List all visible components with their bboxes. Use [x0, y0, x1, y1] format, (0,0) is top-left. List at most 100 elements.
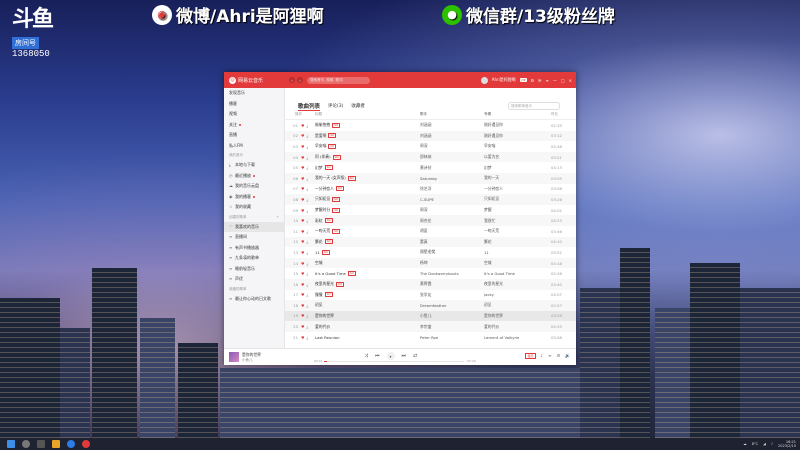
add-playlist-button[interactable]: +: [276, 215, 279, 219]
download-icon[interactable]: ⤓: [306, 155, 308, 160]
song-artist[interactable]: 董真: [420, 239, 484, 245]
quality-button[interactable]: 极高: [525, 353, 536, 359]
download-icon[interactable]: ⤓: [306, 282, 308, 287]
sidebar-item[interactable]: 视频: [224, 109, 284, 120]
song-artist[interactable]: 杨坤: [420, 260, 484, 266]
song-artist[interactable]: 黄诗扶: [420, 165, 484, 171]
col-album[interactable]: 专辑: [484, 112, 551, 117]
volume-icon[interactable]: 🔊: [565, 353, 570, 359]
sidebar-item[interactable]: ≡ 睡前轻音乐: [224, 264, 284, 275]
sidebar-item[interactable]: ◷ 最近播放: [224, 171, 284, 182]
song-artist[interactable]: 周杰伦: [420, 218, 484, 224]
minimize-button[interactable]: —: [553, 78, 557, 83]
heart-icon[interactable]: ♥: [301, 250, 304, 255]
heart-icon[interactable]: ♥: [301, 335, 304, 340]
sidebar-item[interactable]: ◉ 我的播客: [224, 192, 284, 203]
col-artist[interactable]: 歌手: [420, 112, 484, 117]
table-row[interactable]: 16 ♥ ⤓ 夜里的星光 SQ 黄霄雲 夜里的星光 03:40: [285, 278, 576, 290]
download-icon[interactable]: ⤓: [306, 250, 308, 255]
table-row[interactable]: 10 ♥ ⤓ 彩虹 SQ 周杰伦 我很忙 04:23: [285, 215, 576, 226]
song-artist[interactable]: C-SUPE: [420, 197, 484, 202]
download-icon[interactable]: ⤓: [306, 123, 308, 128]
heart-icon[interactable]: ♥: [301, 313, 304, 318]
table-row[interactable]: 14 ♥ ⤓ 空城 杨坤 空城 04:18: [285, 257, 576, 269]
col-title[interactable]: 标题: [315, 112, 420, 117]
sidebar-item[interactable]: ≡ 最让你心动的日文歌: [224, 294, 284, 305]
download-icon[interactable]: ⤓: [306, 335, 308, 340]
volume-tray-icon[interactable]: ♪: [771, 442, 773, 446]
song-album[interactable]: 夜里的星光: [484, 281, 551, 287]
download-icon[interactable]: ⤓: [306, 292, 308, 297]
heart-icon[interactable]: ♥: [301, 282, 304, 287]
download-icon[interactable]: ⤓: [306, 261, 308, 266]
download-icon[interactable]: ⤓: [306, 218, 308, 223]
heart-icon[interactable]: ♥: [301, 165, 304, 170]
user-avatar[interactable]: [480, 76, 488, 84]
next-button[interactable]: ⏭: [402, 353, 407, 359]
download-icon[interactable]: ⤓: [306, 239, 308, 244]
song-artist[interactable]: 黄霄雲: [420, 281, 484, 287]
menu-button[interactable]: ≡: [546, 78, 549, 83]
song-artist[interactable]: 刘涵涵: [420, 122, 484, 128]
song-album[interactable]: 一吻天荒: [484, 228, 551, 234]
lyrics-icon[interactable]: ≡: [548, 353, 551, 359]
table-row[interactable]: 03 ♥ ⤓ 早安喵 SQ 周深 早安喵 02:48: [285, 141, 576, 152]
previous-button[interactable]: ⏮: [375, 353, 380, 359]
pause-button[interactable]: ⏸: [386, 352, 395, 360]
album-cover[interactable]: [229, 352, 239, 362]
song-artist[interactable]: 小鱼儿: [420, 313, 484, 319]
song-album[interactable]: 刚好遇见你: [484, 133, 551, 139]
song-artist[interactable]: Peter Roe: [420, 335, 484, 340]
song-album[interactable]: 11: [484, 250, 551, 255]
song-album[interactable]: 繁花: [484, 239, 551, 245]
download-icon[interactable]: ⤓: [306, 165, 308, 170]
repeat-icon[interactable]: ⇄: [413, 353, 417, 359]
browser-icon[interactable]: [67, 440, 75, 448]
song-artist[interactable]: Dreamfeather: [420, 303, 484, 308]
table-row[interactable]: 18 ♥ ⤓ 初见 Dreamfeather 初见 02:57: [285, 300, 576, 311]
heart-icon[interactable]: ♥: [301, 218, 304, 223]
song-album[interactable]: 我很忙: [484, 218, 551, 224]
search-icon[interactable]: [22, 440, 30, 448]
song-album[interactable]: 刚好遇见你: [484, 122, 551, 128]
sidebar-item[interactable]: 关注: [224, 120, 284, 131]
download-icon[interactable]: ⤓: [306, 144, 308, 149]
download-icon[interactable]: ⤓: [306, 313, 308, 318]
tab-2[interactable]: 收藏者: [351, 103, 365, 111]
heart-icon[interactable]: ♥: [301, 133, 304, 138]
heart-icon[interactable]: ♥: [301, 324, 304, 329]
tab-1[interactable]: 评论(3): [328, 103, 343, 111]
song-artist[interactable]: 周深: [420, 143, 484, 149]
table-row[interactable]: 15 ♥ ⤓ It's a Good Time SQ The Dontworrybouts…: [285, 268, 576, 279]
table-row[interactable]: 12 ♥ ⤓ 繁花 SQ 董真 繁花 04:10: [285, 236, 576, 248]
song-album[interactable]: 以爱为名: [484, 154, 551, 160]
table-row[interactable]: 02 ♥ ⤓ 是爱啊 SQ 刘涵涵 刚好遇见你 03:12: [285, 130, 576, 142]
sidebar-item[interactable]: ☁ 我的音乐云盘: [224, 181, 284, 192]
network-icon[interactable]: ◢: [763, 442, 766, 446]
tab-0[interactable]: 歌曲列表: [298, 102, 321, 111]
table-row[interactable]: 04 ♥ ⤓ 阿 (伴奏) SQ 邵林纳 以爱为名 03:21: [285, 151, 576, 163]
now-playing-artist[interactable]: 小鱼儿: [242, 358, 253, 363]
download-icon[interactable]: ⤓: [306, 271, 308, 276]
sidebar-item[interactable]: ≡ 声优: [224, 274, 284, 285]
playlist-search-input[interactable]: 搜索歌单音乐: [508, 102, 560, 110]
song-album[interactable]: Jacky: [484, 292, 551, 297]
forward-button[interactable]: ›: [297, 77, 304, 83]
song-album[interactable]: 幻梦: [484, 165, 551, 171]
table-row[interactable]: 11 ♥ ⤓ 一吻天荒 SQ 胡夏 一吻天荒 03:46: [285, 226, 576, 237]
song-artist[interactable]: 隔壁老樊: [420, 249, 484, 255]
download-icon[interactable]: ⤓: [306, 197, 308, 202]
song-artist[interactable]: 周深: [420, 207, 484, 213]
song-album[interactable]: It's a Good Time: [484, 271, 551, 276]
download-icon[interactable]: ⤓: [306, 176, 308, 181]
settings-icon[interactable]: ⚙: [531, 78, 535, 83]
heart-icon[interactable]: ♥: [301, 271, 304, 276]
heart-icon[interactable]: ♥: [301, 239, 304, 244]
song-album[interactable]: 空城: [484, 260, 551, 266]
song-artist[interactable]: 邵林纳: [420, 154, 484, 160]
clock[interactable]: 16:21 2023/2/15: [778, 440, 796, 448]
sidebar-item[interactable]: ☆ 我的收藏: [224, 202, 284, 213]
back-button[interactable]: ‹: [289, 77, 296, 83]
download-icon[interactable]: ⤓: [306, 324, 308, 329]
sidebar-item[interactable]: ⤓ 本地与下载: [224, 160, 284, 171]
